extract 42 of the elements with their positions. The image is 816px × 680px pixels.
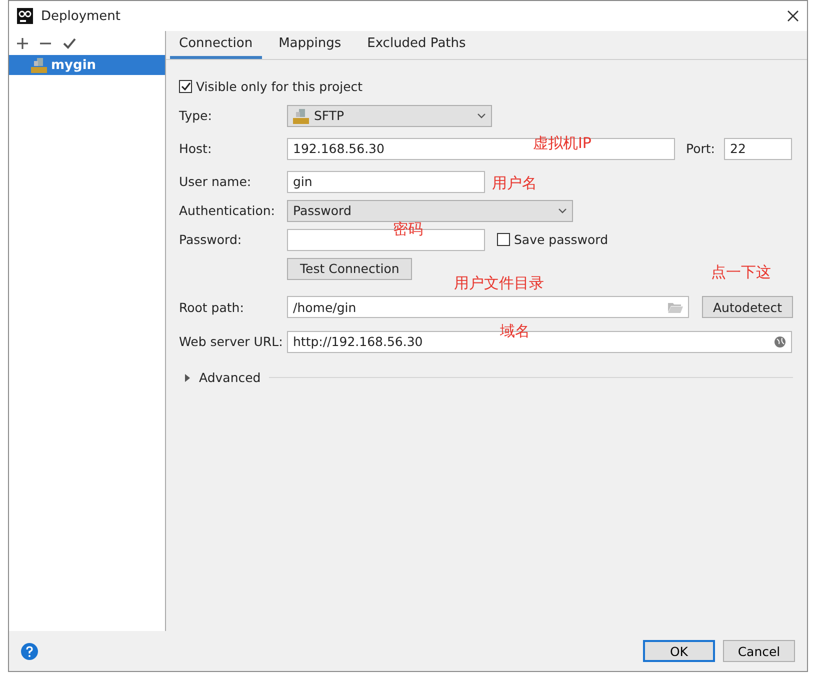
field-label: User name:: [179, 174, 252, 189]
help-icon[interactable]: [21, 642, 38, 660]
globe-icon: [774, 336, 786, 348]
annotation-note: 用户名: [492, 174, 537, 193]
field-label: Web server URL:: [179, 334, 284, 349]
field-label: Password:: [179, 232, 243, 247]
annotation-note: 密码: [393, 220, 423, 239]
add-icon[interactable]: [17, 38, 28, 48]
sftp-icon: [293, 108, 309, 124]
tab[interactable]: Mappings: [270, 31, 350, 59]
field-label: Authentication:: [179, 203, 276, 218]
root-path-field[interactable]: /home/gin: [287, 296, 689, 318]
user-name-field[interactable]: gin: [287, 170, 485, 192]
dialog-button[interactable]: Cancel: [723, 640, 795, 662]
annotation-note: 用户文件目录: [454, 274, 544, 293]
test-connection-button[interactable]: Test Connection: [287, 258, 412, 280]
window-title: Deployment: [41, 8, 122, 24]
annotation-note: 点一下这: [711, 263, 771, 282]
advanced-section-label[interactable]: Advanced: [199, 370, 261, 385]
checkbox[interactable]: [497, 233, 510, 246]
checkbox[interactable]: [179, 80, 192, 93]
field-label: Root path:: [179, 300, 245, 314]
dialog-button[interactable]: OK: [643, 640, 715, 662]
type-dropdown[interactable]: SFTP: [287, 104, 492, 126]
check-icon[interactable]: [63, 38, 76, 48]
app-logo-icon: [17, 8, 33, 24]
expand-arrow-icon[interactable]: [185, 374, 191, 382]
sftp-icon: [31, 57, 47, 73]
autodetect-button[interactable]: Autodetect: [702, 296, 793, 318]
tab[interactable]: Connection: [170, 31, 262, 59]
close-icon[interactable]: [787, 10, 799, 22]
caret-icon: [477, 112, 486, 118]
server-list-item[interactable]: mygin: [9, 55, 165, 75]
field-label: Host:: [179, 141, 213, 156]
authentication-dropdown[interactable]: Password: [287, 200, 573, 222]
checkbox-label: Visible only for this project: [196, 79, 363, 94]
field-label: Port:: [686, 141, 716, 156]
tab[interactable]: Excluded Paths: [358, 31, 475, 59]
checkbox-label: Save password: [514, 232, 608, 247]
caret-icon: [558, 208, 567, 214]
port-field[interactable]: 22: [724, 138, 792, 160]
field-label: Type:: [179, 108, 213, 123]
